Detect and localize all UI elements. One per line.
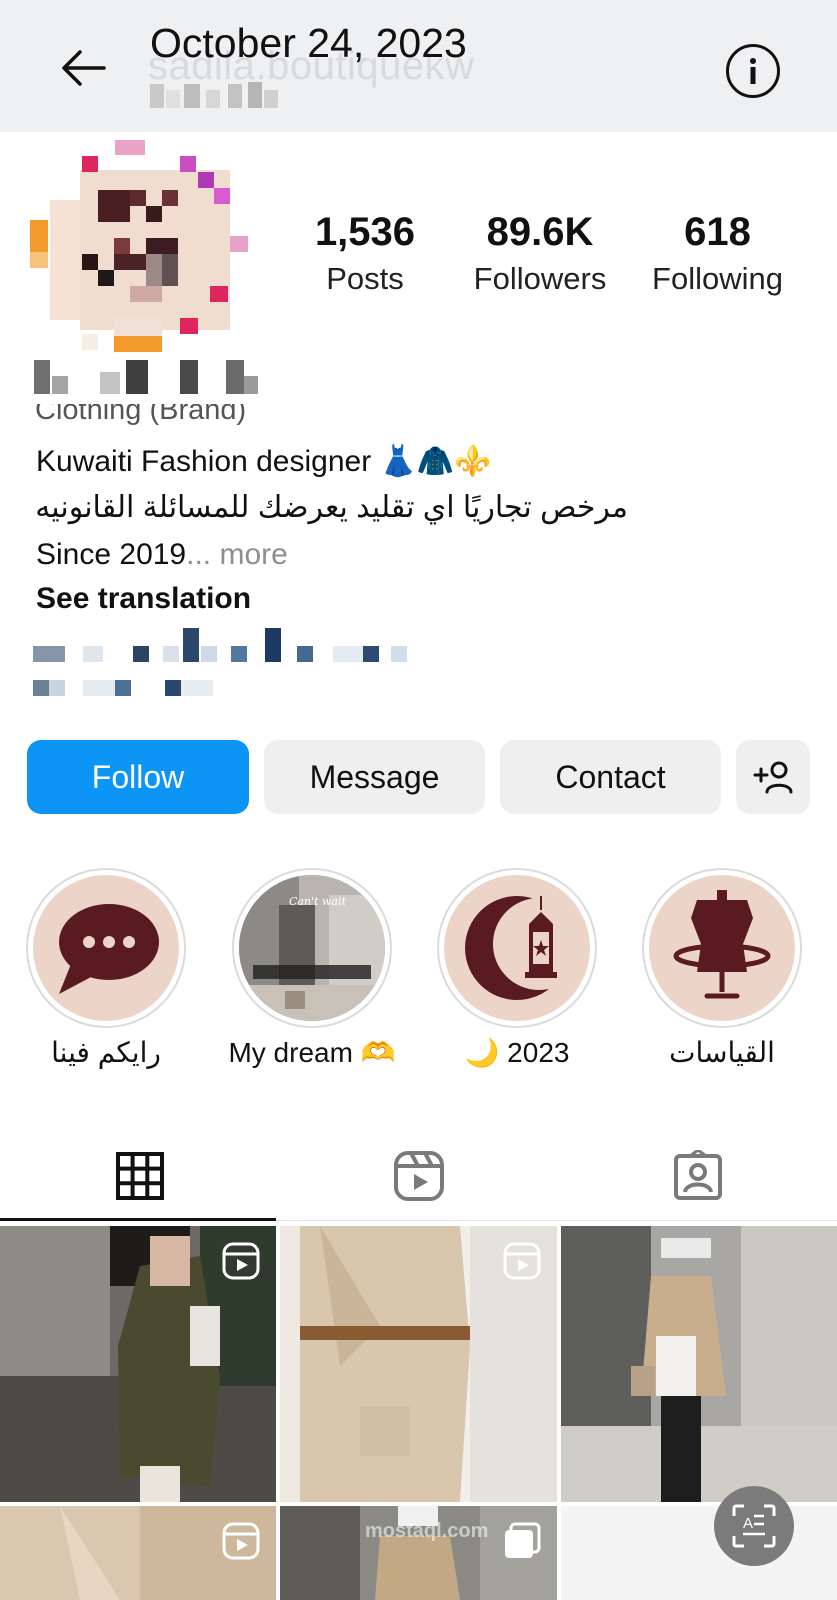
photo-thumbnail: Can't wait	[239, 875, 385, 1021]
followers-count[interactable]: 89.6K Followers	[455, 210, 625, 297]
suggested-people-button[interactable]	[736, 740, 810, 814]
contact-button[interactable]: Contact	[500, 740, 721, 814]
post-thumbnail[interactable]	[561, 1506, 837, 1600]
following-count[interactable]: 618 Following	[640, 210, 795, 297]
profile-avatar[interactable]	[30, 140, 250, 365]
chat-bubble-icon	[59, 904, 159, 994]
scan-text-button[interactable]: A	[714, 1486, 794, 1566]
post-thumbnail[interactable]: mostaql.com	[280, 1506, 557, 1600]
info-icon	[750, 58, 756, 84]
blurred-display-name	[34, 360, 258, 394]
back-button[interactable]	[52, 40, 114, 96]
reels-icon	[393, 1151, 444, 1201]
follow-button[interactable]: Follow	[27, 740, 249, 814]
post-image	[561, 1226, 837, 1502]
highlight-label: My dream 🫶	[228, 1037, 396, 1068]
date-title: October 24, 2023	[150, 20, 467, 66]
highlight-sizes[interactable]: القياسات	[642, 868, 802, 1068]
highlight-cover: Can't wait	[239, 875, 385, 1021]
post-thumbnail[interactable]	[0, 1506, 276, 1600]
reel-badge-icon	[503, 1242, 541, 1280]
crescent-lantern-icon	[465, 896, 577, 1000]
stat-value: 1,536	[314, 210, 416, 254]
highlight-my-dream[interactable]: Can't wait My dream 🫶	[228, 868, 396, 1068]
stat-label: Posts	[326, 261, 404, 296]
photo-overlay-text: Can't wait	[289, 895, 346, 908]
highlight-ring	[26, 868, 186, 1028]
bio-emoji: 👗🧥⚜️	[379, 445, 492, 478]
posts-count[interactable]: 1,536 Posts	[300, 210, 430, 297]
watermark: mostaql.com	[365, 1520, 489, 1542]
highlight-label: رايكم فينا	[51, 1037, 161, 1068]
stat-value: 89.6K	[486, 210, 594, 254]
grid-icon	[115, 1152, 164, 1200]
highlight-cover	[444, 875, 590, 1021]
tagged-icon	[673, 1150, 722, 1200]
tab-reels[interactable]	[279, 1138, 558, 1214]
highlight-ring: Can't wait	[232, 868, 392, 1028]
reel-badge-icon	[222, 1242, 260, 1280]
post-thumbnail[interactable]	[0, 1226, 276, 1502]
highlight-label: القياسات	[669, 1037, 775, 1068]
add-person-icon	[753, 761, 793, 794]
post-thumbnail[interactable]	[561, 1226, 837, 1502]
stat-label: Following	[652, 261, 783, 296]
highlight-ring	[642, 868, 802, 1028]
highlight-cover	[33, 875, 179, 1021]
stat-label: Followers	[473, 261, 607, 296]
highlight-reviews[interactable]: رايكم فينا	[26, 868, 186, 1068]
more-link[interactable]: ... more	[186, 538, 288, 571]
info-button[interactable]	[726, 44, 780, 98]
reel-badge-icon	[222, 1522, 260, 1560]
mannequin-icon	[673, 890, 771, 999]
highlight-ring	[437, 868, 597, 1028]
tab-tagged[interactable]	[558, 1138, 837, 1214]
bio-line-3: Since 2019... more	[36, 538, 288, 572]
highlight-2023[interactable]: 🌙 2023	[437, 868, 597, 1068]
see-translation-link[interactable]: See translation	[36, 582, 251, 616]
highlight-label: 🌙 2023	[464, 1037, 570, 1068]
text-scan-icon: A	[732, 1504, 776, 1548]
arrow-left-icon	[62, 50, 106, 86]
svg-text:A: A	[743, 1515, 753, 1532]
blurred-links[interactable]	[33, 628, 413, 700]
bio-text: Since 2019	[36, 538, 187, 571]
bio-line-1: Kuwaiti Fashion designer 👗🧥⚜️	[36, 444, 492, 479]
bio-text: Kuwaiti Fashion designer	[36, 445, 372, 478]
bio-category: Clothing (Brand)	[35, 404, 247, 426]
blurred-subtitle	[150, 82, 278, 108]
bio-line-2: مرخص تجاريًا اي تقليد يعرضك للمسائلة الق…	[35, 491, 628, 524]
carousel-badge-icon	[505, 1522, 541, 1558]
tab-posts-grid[interactable]	[0, 1138, 279, 1214]
post-thumbnail[interactable]	[280, 1226, 557, 1502]
highlight-cover	[649, 875, 795, 1021]
stat-value: 618	[684, 210, 751, 254]
message-button[interactable]: Message	[264, 740, 485, 814]
active-tab-indicator	[0, 1218, 276, 1221]
